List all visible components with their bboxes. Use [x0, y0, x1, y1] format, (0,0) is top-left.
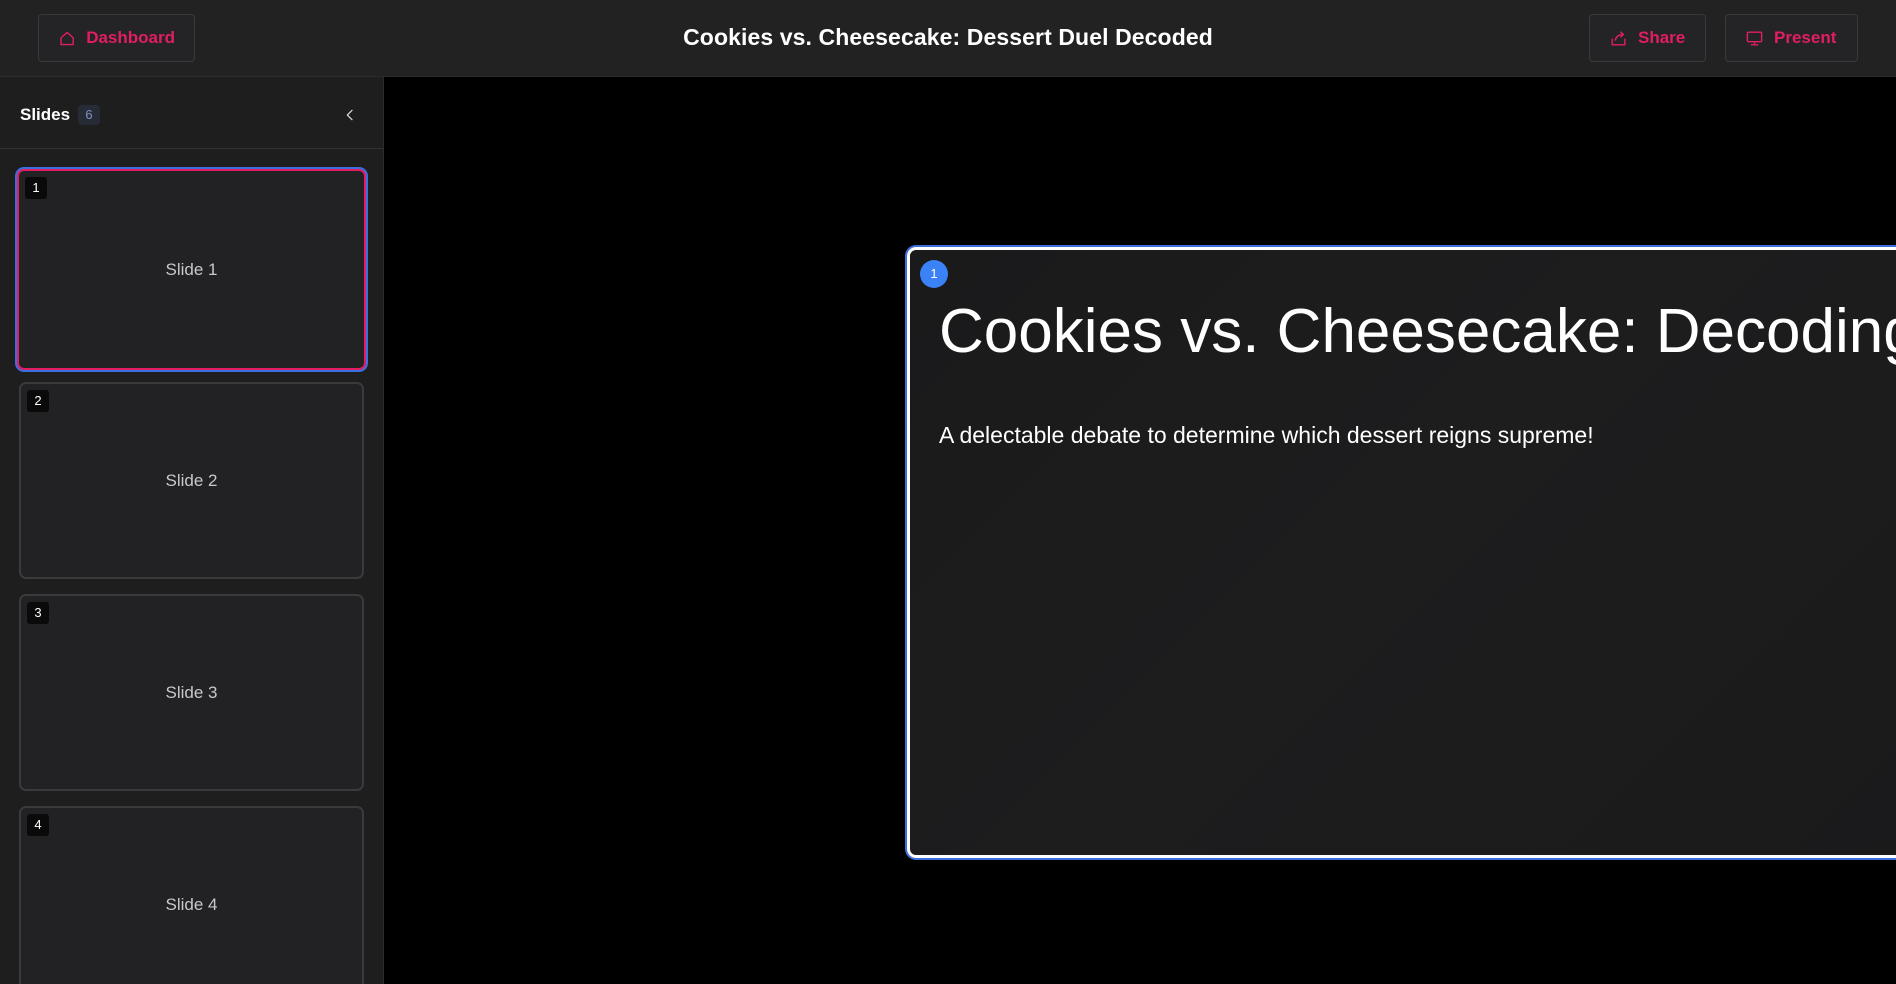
thumbnail-label: Slide 1	[165, 259, 218, 279]
present-button[interactable]: Present	[1725, 14, 1858, 62]
thumbnail-label: Slide 2	[165, 470, 218, 490]
share-button-label: Share	[1638, 28, 1686, 47]
share-icon	[1611, 30, 1626, 46]
chevron-left-icon	[346, 109, 353, 121]
collapse-sidebar-button[interactable]	[338, 103, 362, 127]
thumbnail-number: 1	[25, 177, 47, 199]
top-bar: Dashboard Cookies vs. Cheesecake: Desser…	[0, 0, 1896, 77]
thumbnail-label: Slide 3	[165, 682, 218, 702]
slide-thumbnail-2[interactable]: 2 Slide 2	[19, 382, 364, 579]
thumbnail-number: 3	[27, 602, 49, 624]
slide-title[interactable]: Cookies vs. Cheesecake: Decoding the	[939, 290, 1896, 374]
slide-number-badge: 1	[920, 260, 948, 288]
thumbnail-label: Slide 4	[165, 894, 218, 914]
sidebar-header: Slides 6	[0, 77, 383, 149]
present-button-label: Present	[1774, 28, 1837, 47]
slide-thumbnail-3[interactable]: 3 Slide 3	[19, 594, 364, 791]
slide-thumbnail-4[interactable]: 4 Slide 4	[19, 806, 364, 984]
thumbnail-number: 2	[27, 390, 49, 412]
monitor-icon	[1746, 30, 1763, 46]
share-button[interactable]: Share	[1589, 14, 1706, 62]
slides-sidebar: Slides 6 1 Slide 1 2 Slide 2 3 Slide 3 4…	[0, 77, 384, 984]
sidebar-title: Slides	[20, 105, 71, 124]
slide-canvas: 1 ⋮ Cookies vs. Cheesecake: Decoding the…	[384, 77, 1896, 984]
slide-subtitle[interactable]: A delectable debate to determine which d…	[939, 422, 1594, 449]
slide-thumbnail-1[interactable]: 1 Slide 1	[17, 169, 366, 370]
current-slide[interactable]: 1 ⋮ Cookies vs. Cheesecake: Decoding the…	[907, 247, 1896, 858]
slide-count-badge: 6	[78, 105, 100, 125]
thumbnail-number: 4	[27, 814, 49, 836]
